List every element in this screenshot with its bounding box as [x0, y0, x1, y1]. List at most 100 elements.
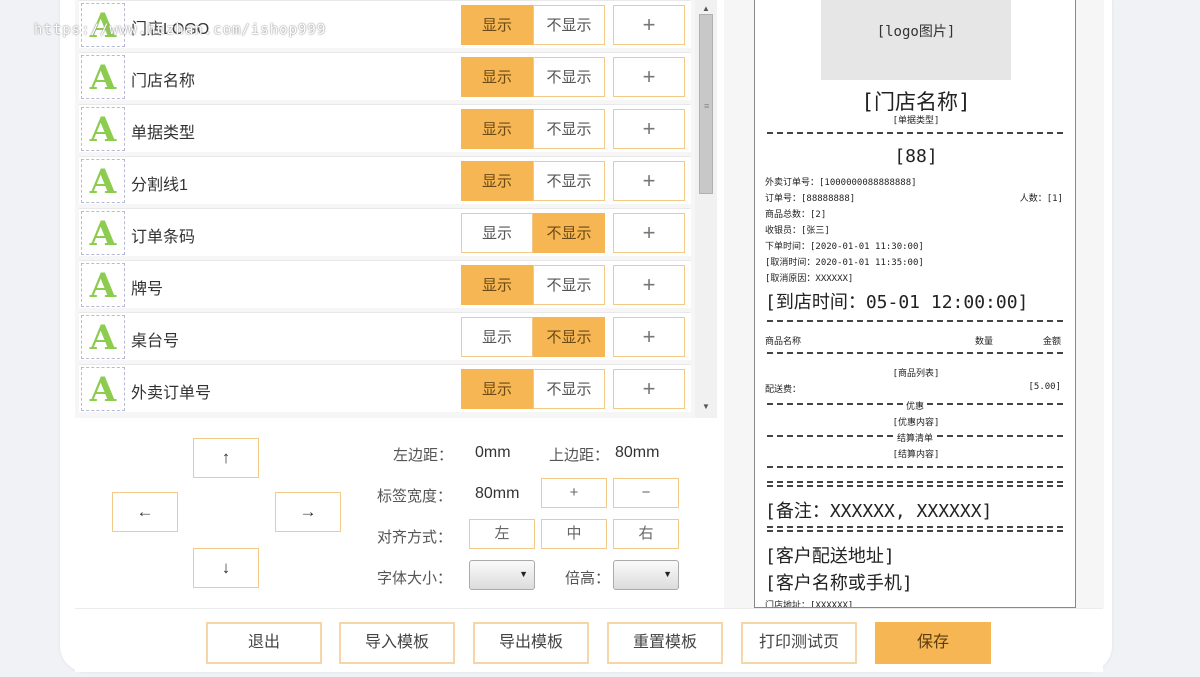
receipt-col-qty: 数量 [975, 337, 994, 347]
receipt-total-qty: 商品总数：[2] [765, 210, 827, 220]
width-increase-button[interactable]: + [541, 478, 607, 508]
receipt-arrive-time: [到店时间：05-01 12:00:00] [765, 292, 1029, 313]
show-toggle-button[interactable]: 显示 [461, 369, 533, 409]
scroll-thumb[interactable]: ≡ [699, 14, 713, 194]
label-width-value: 80mm [475, 485, 520, 502]
receipt-settle-title: 结算清单 [894, 434, 935, 444]
line-height-select[interactable]: ▼ [613, 560, 679, 590]
receipt-takeout-no: 外卖订单号：[1000000088888888] [765, 178, 917, 188]
scroll-up-arrow-icon[interactable]: ▲ [702, 4, 710, 13]
watermark-url: https://www.huzhan.com/ishop999 [34, 22, 327, 38]
add-field-button[interactable]: + [613, 369, 685, 409]
top-margin-value: 80mm [615, 444, 660, 461]
left-margin-label: 左边距： [393, 447, 454, 464]
receipt-preview-area: [logo图片] [门店名称] [单据类型] [88] 外卖订单号：[10000… [724, 0, 1104, 608]
receipt-logo-placeholder: [logo图片] [821, 0, 1011, 80]
hide-toggle-button[interactable]: 不显示 [533, 265, 605, 305]
field-row[interactable]: A 单据类型 显示 不显示 + [79, 104, 691, 152]
add-field-button[interactable]: + [613, 317, 685, 357]
left-margin-value: 0mm [475, 444, 511, 461]
show-toggle-button[interactable]: 显示 [461, 109, 533, 149]
show-toggle-button[interactable]: 显示 [461, 5, 533, 45]
scroll-down-arrow-icon[interactable]: ▼ [702, 402, 710, 411]
exit-button[interactable]: 退出 [206, 622, 322, 664]
receipt-discount-header: 优惠 [767, 399, 1063, 412]
text-field-icon: A [81, 315, 125, 359]
add-field-button[interactable]: + [613, 213, 685, 253]
template-editor-window: A 门店LOGO 显示 不显示 + A 门店名称 显示 不显示 + A 单据类型 显示 不显示 + A 分割线1… [60, 0, 1112, 672]
text-field-icon: A [81, 55, 125, 99]
show-toggle-button[interactable]: 显示 [461, 317, 533, 357]
field-label: 桌台号 [131, 333, 180, 350]
field-row[interactable]: A 牌号 显示 不显示 + [79, 260, 691, 308]
hide-toggle-button[interactable]: 不显示 [533, 5, 605, 45]
align-left-button[interactable]: 左 [469, 519, 535, 549]
move-right-button[interactable]: → [275, 492, 341, 532]
text-field-icon: A [81, 263, 125, 307]
add-field-button[interactable]: + [613, 161, 685, 201]
scroll-grip-icon: ≡ [704, 101, 710, 111]
align-right-button[interactable]: 右 [613, 519, 679, 549]
receipt-cancel-time: [取消时间：2020-01-01 11:35:00] [765, 258, 924, 268]
receipt-divider [767, 466, 1063, 468]
receipt-delivery-fee-value: [5.00] [1028, 382, 1061, 392]
field-list-scrollbar[interactable]: ▲ ≡ ▼ [695, 0, 717, 418]
add-field-button[interactable]: + [613, 265, 685, 305]
text-field-icon: A [81, 367, 125, 411]
receipt-double-divider [767, 481, 1063, 487]
add-field-button[interactable]: + [613, 57, 685, 97]
save-button[interactable]: 保存 [875, 622, 991, 664]
receipt-divider [767, 132, 1063, 134]
receipt-settle-header: 结算清单 [767, 431, 1063, 444]
add-field-button[interactable]: + [613, 109, 685, 149]
field-row[interactable]: A 桌台号 显示 不显示 + [79, 312, 691, 360]
move-left-button[interactable]: ← [112, 492, 178, 532]
hide-toggle-button[interactable]: 不显示 [533, 109, 605, 149]
receipt-order-time: 下单时间：[2020-01-01 11:30:00] [765, 242, 924, 252]
align-center-button[interactable]: 中 [541, 519, 607, 549]
label-width-label: 标签宽度： [377, 488, 453, 505]
text-field-icon: A [81, 159, 125, 203]
field-row[interactable]: A 分割线1 显示 不显示 + [79, 156, 691, 204]
show-toggle-button[interactable]: 显示 [461, 161, 533, 201]
field-list-panel: A 门店LOGO 显示 不显示 + A 门店名称 显示 不显示 + A 单据类型 显示 不显示 + A 分割线1… [75, 0, 717, 418]
show-toggle-button[interactable]: 显示 [461, 265, 533, 305]
hide-toggle-button[interactable]: 不显示 [533, 213, 605, 253]
chevron-down-icon: ▼ [519, 569, 528, 579]
move-up-button[interactable]: ↑ [193, 438, 259, 478]
show-toggle-button[interactable]: 显示 [461, 57, 533, 97]
top-margin-label: 上边距： [549, 447, 610, 464]
field-row[interactable]: A 外卖订单号 显示 不显示 + [79, 364, 691, 412]
receipt-people: 人数：[1] [1019, 194, 1063, 204]
field-label: 分割线1 [131, 177, 188, 194]
receipt-item-list: [商品列表] [892, 369, 940, 379]
move-down-button[interactable]: ↓ [193, 548, 259, 588]
receipt-delivery-fee-label: 配送费： [765, 385, 802, 395]
width-decrease-button[interactable]: − [613, 478, 679, 508]
field-label: 单据类型 [131, 125, 196, 142]
field-label: 门店名称 [131, 73, 196, 90]
receipt-address: [客户配送地址] [765, 546, 895, 567]
reset-template-button[interactable]: 重置模板 [607, 622, 723, 664]
field-label: 牌号 [131, 281, 164, 298]
receipt-divider [767, 320, 1063, 322]
font-size-select[interactable]: ▼ [469, 560, 535, 590]
receipt-cancel-reason: [取消原因：XXXXXX] [765, 274, 854, 284]
receipt-discount-content: [优惠内容] [892, 418, 940, 428]
hide-toggle-button[interactable]: 不显示 [533, 57, 605, 97]
hide-toggle-button[interactable]: 不显示 [533, 317, 605, 357]
print-test-page-button[interactable]: 打印测试页 [741, 622, 857, 664]
field-row[interactable]: A 门店名称 显示 不显示 + [79, 52, 691, 100]
receipt-customer: [客户名称或手机] [765, 573, 913, 594]
field-label: 外卖订单号 [131, 385, 212, 402]
add-field-button[interactable]: + [613, 5, 685, 45]
field-row[interactable]: A 订单条码 显示 不显示 + [79, 208, 691, 256]
hide-toggle-button[interactable]: 不显示 [533, 161, 605, 201]
line-height-label: 倍高： [565, 570, 611, 587]
export-template-button[interactable]: 导出模板 [473, 622, 589, 664]
import-template-button[interactable]: 导入模板 [339, 622, 455, 664]
receipt-col-amount: 金额 [1042, 337, 1061, 347]
receipt-preview: [logo图片] [门店名称] [单据类型] [88] 外卖订单号：[10000… [754, 0, 1076, 608]
show-toggle-button[interactable]: 显示 [461, 213, 533, 253]
hide-toggle-button[interactable]: 不显示 [533, 369, 605, 409]
